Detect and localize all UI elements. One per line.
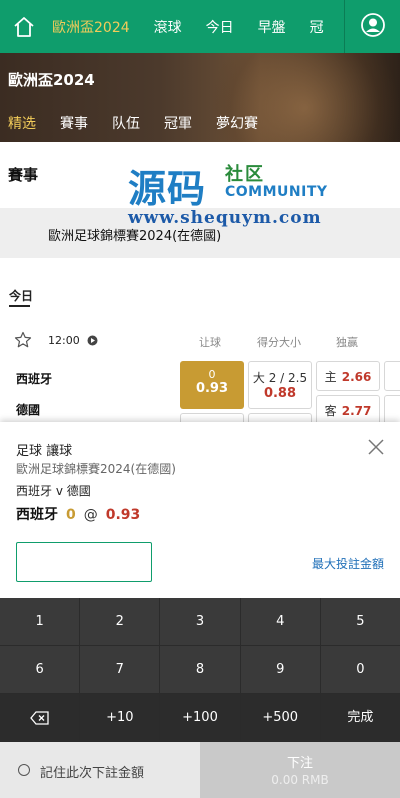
- bet-slip: 足球 讓球 歐洲足球錦標賽2024(在德國) 西班牙 v 德國 西班牙 0 @0.9…: [0, 422, 400, 798]
- key-done[interactable]: 完成: [320, 694, 400, 742]
- tab-champion[interactable]: 冠軍: [164, 113, 192, 133]
- remember-stake-label: 記住此次下註金額: [40, 766, 145, 781]
- moneyline-away-odds: 2.77: [341, 404, 372, 418]
- home-team: 西班牙: [16, 372, 53, 386]
- column-total: 得分大小: [257, 336, 301, 349]
- total-line: 大 2 / 2.5: [252, 371, 308, 385]
- key-2[interactable]: 2: [80, 598, 161, 646]
- bet-at: @: [83, 507, 98, 523]
- watermark-big: 源码: [128, 166, 207, 211]
- column-handicap: 让球: [199, 336, 221, 349]
- nav-item-early[interactable]: 早盤: [258, 17, 286, 37]
- bet-match: 西班牙 v 德國: [16, 484, 91, 498]
- moneyline-home-button[interactable]: 主 2.66: [316, 361, 380, 391]
- nav-items: 歐洲盃2024 滾球 今日 早盤 冠: [52, 0, 348, 53]
- key-0[interactable]: 0: [320, 646, 400, 694]
- numeric-keypad: 1 2 3 4 5 6 7 8 9 0 +10 +100 +500 完成: [0, 598, 400, 742]
- bet-odds: 0.93: [105, 507, 141, 523]
- remember-stake-toggle[interactable]: 記住此次下註金額: [0, 742, 200, 798]
- stake-input[interactable]: [16, 542, 152, 582]
- nav-item-euro2024[interactable]: 歐洲盃2024: [52, 17, 130, 37]
- moneyline-home-label: 主: [324, 370, 337, 384]
- max-stake-link[interactable]: 最大投註金額: [312, 555, 384, 572]
- bet-selection: 西班牙 0 @0.93: [16, 504, 140, 524]
- sub-tabs: 精选 賽事 队伍 冠軍 夢幻賽: [8, 113, 282, 133]
- nav-item-outright[interactable]: 冠: [310, 17, 324, 37]
- banner-title: 歐洲盃2024: [8, 71, 95, 89]
- match-time: 12:00: [48, 334, 80, 347]
- tab-featured[interactable]: 精选: [8, 113, 36, 133]
- place-bet-label: 下注: [286, 756, 313, 771]
- key-8[interactable]: 8: [160, 646, 241, 694]
- bet-team: 西班牙: [16, 507, 58, 523]
- keypad-row-2: 6 7 8 9 0: [0, 646, 400, 694]
- account-area: [344, 0, 400, 53]
- handicap-odds-selected[interactable]: 0 0.93: [180, 361, 244, 409]
- total-odds: 0.88: [263, 386, 297, 401]
- watermark-logo: 源码 社区 COMMUNITY www.shequym.com: [128, 158, 333, 230]
- key-9[interactable]: 9: [240, 646, 321, 694]
- user-avatar-icon[interactable]: [360, 12, 386, 38]
- bet-line: 0: [66, 507, 76, 523]
- live-stream-icon[interactable]: [87, 335, 98, 346]
- radio-icon[interactable]: [18, 764, 30, 776]
- watermark-community: COMMUNITY: [225, 184, 328, 200]
- moneyline-extra-button[interactable]: [384, 395, 400, 425]
- moneyline-away-label: 客: [324, 404, 337, 418]
- nav-item-today[interactable]: 今日: [206, 17, 234, 37]
- key-plus-100[interactable]: +100: [160, 694, 241, 742]
- bet-type: 足球 讓球: [16, 444, 73, 459]
- watermark-url: www.shequym.com: [128, 208, 322, 228]
- column-moneyline: 独赢: [336, 336, 358, 349]
- key-7[interactable]: 7: [80, 646, 161, 694]
- keypad-row-3: +10 +100 +500 完成: [0, 694, 400, 742]
- hero-banner: 歐洲盃2024 精选 賽事 队伍 冠軍 夢幻賽: [0, 53, 400, 142]
- key-3[interactable]: 3: [160, 598, 241, 646]
- moneyline-home-odds: 2.66: [341, 370, 372, 384]
- key-plus-500[interactable]: +500: [240, 694, 321, 742]
- key-6[interactable]: 6: [0, 646, 81, 694]
- away-team: 德國: [16, 403, 41, 417]
- section-title: 賽事: [8, 166, 39, 184]
- keypad-row-1: 1 2 3 4 5: [0, 598, 400, 646]
- moneyline-draw-button[interactable]: [384, 361, 400, 391]
- backspace-key[interactable]: [0, 694, 81, 742]
- tab-fantasy[interactable]: 夢幻賽: [216, 113, 258, 133]
- nav-item-live[interactable]: 滾球: [154, 17, 182, 37]
- tab-teams[interactable]: 队伍: [112, 113, 140, 133]
- moneyline-away-button[interactable]: 客 2.77: [316, 395, 380, 425]
- key-1[interactable]: 1: [0, 598, 81, 646]
- total-odds-button[interactable]: 大 2 / 2.5 0.88: [248, 361, 312, 409]
- handicap-line: 0: [208, 368, 216, 381]
- bet-league: 歐洲足球錦標賽2024(在德國): [16, 462, 176, 476]
- close-icon[interactable]: [367, 438, 385, 456]
- handicap-odds: 0.93: [195, 381, 229, 396]
- date-tab-today[interactable]: 今日: [9, 287, 33, 304]
- home-icon[interactable]: [11, 14, 37, 40]
- key-plus-10[interactable]: +10: [80, 694, 161, 742]
- tab-matches[interactable]: 賽事: [60, 113, 88, 133]
- place-bet-amount: 0.00 RMB: [271, 773, 329, 787]
- top-nav: 歐洲盃2024 滾球 今日 早盤 冠: [0, 0, 400, 53]
- key-5[interactable]: 5: [320, 598, 400, 646]
- watermark-small: 社区: [225, 164, 265, 185]
- backspace-icon: [29, 710, 49, 725]
- place-bet-button[interactable]: 下注 0.00 RMB: [200, 742, 400, 798]
- favorite-star-icon[interactable]: [14, 331, 32, 349]
- date-tab-underline: [9, 305, 30, 307]
- key-4[interactable]: 4: [240, 598, 321, 646]
